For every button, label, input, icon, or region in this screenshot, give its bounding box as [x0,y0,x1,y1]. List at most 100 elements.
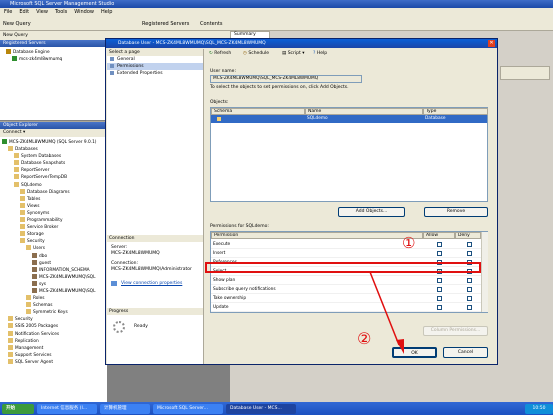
col-header-allow[interactable]: Allow [423,232,455,239]
allow-checkbox[interactable] [437,305,442,310]
tree-item[interactable]: Users [0,245,107,252]
menu-window[interactable]: Window [74,8,94,17]
tree-item[interactable]: Storage [0,231,107,238]
tree-item[interactable]: ReportServerTempDB [0,174,107,181]
tree-item[interactable]: Database Snapshots [0,160,107,167]
script-button[interactable]: ▤ Script ▾ [282,49,304,58]
menu-tools[interactable]: Tools [55,8,67,17]
contents-button[interactable]: Contents [200,17,223,30]
tree-item-registered-server[interactable]: mcs-zk4ml8wmumq [6,56,105,63]
menu-edit[interactable]: Edit [19,8,29,17]
tree-item[interactable]: MCS-ZK4ML8WMUMQ\SQL [0,287,107,295]
tree-item[interactable]: dbo [0,252,107,260]
connect-button[interactable]: Connect ▾ [0,129,107,137]
deny-checkbox[interactable] [467,305,472,310]
tree-item[interactable]: sys [0,280,107,288]
view-connection-properties-link[interactable]: View connection properties [121,281,182,286]
close-icon[interactable]: ✕ [488,40,495,47]
taskbar-item-computer-management[interactable]: 计算机管理 [100,403,150,414]
permission-row[interactable]: Show plan [211,276,481,285]
new-query-small-button[interactable]: New Query [0,33,28,38]
menu-help[interactable]: Help [101,8,112,17]
tree-item[interactable]: Tables [0,195,107,203]
tree-item[interactable]: Programmability [0,217,107,224]
tree-item[interactable]: Roles [0,295,107,302]
tree-item[interactable]: SSIS 2005 Packages [0,323,107,330]
col-header-schema[interactable]: Schema [211,108,305,115]
col-header-deny[interactable]: Deny [455,232,481,239]
refresh-button[interactable]: ↻ Refresh [209,49,231,58]
tree-item[interactable]: SQLdemo [0,181,107,189]
deny-checkbox[interactable] [467,251,472,256]
tree-item[interactable]: MCS-ZK4ML8WMUMQ\SQL [0,273,107,281]
allow-checkbox[interactable] [437,287,442,292]
allow-checkbox[interactable] [437,278,442,283]
permission-row[interactable]: Subscribe query notifications [211,285,481,294]
page-extended-properties[interactable]: Extended Properties [107,70,203,77]
allow-checkbox[interactable] [437,296,442,301]
permission-row[interactable]: Update [211,303,481,312]
help-button[interactable]: ? Help [313,49,327,58]
registered-servers-button[interactable]: Registered Servers [142,17,189,30]
tree-item[interactable]: INFORMATION_SCHEMA [0,266,107,274]
tree-item[interactable]: Notification Services [0,330,107,338]
tree-item-database-engine[interactable]: Database Engine [6,49,105,56]
tree-item[interactable]: Support Services [0,351,107,359]
start-button[interactable]: 开始 [2,403,34,414]
permissions-scrollbar[interactable] [481,232,488,312]
cancel-button[interactable]: Cancel [443,347,488,358]
object-row[interactable]: SQLdemo Database [211,115,487,123]
schedule-button[interactable]: ◷ Schedule [243,49,269,58]
tree-item[interactable]: Symmetric Keys [0,309,107,316]
tree-item[interactable]: Management [0,344,107,352]
tree-item[interactable]: ReportServer [0,167,107,174]
permission-row[interactable]: Insert [211,249,481,258]
menu-file[interactable]: File [4,8,12,17]
tree-item[interactable]: Service Broker [0,224,107,231]
taskbar-item-iis[interactable]: Internet 信息服务 (I... [37,403,97,414]
tree-item-label: Service Broker [27,225,59,231]
folder-icon [8,344,13,350]
tree-item[interactable]: guest [0,259,107,267]
arrow-to-ok [369,271,404,354]
menu-view[interactable]: View [36,8,48,17]
tree-item[interactable]: Synonyms [0,209,107,217]
help-icon: ? [313,51,316,56]
new-query-button[interactable]: New Query [3,17,31,30]
taskbar-item-ssms[interactable]: Microsoft SQL Server... [153,403,223,414]
deny-checkbox[interactable] [467,278,472,283]
page-general[interactable]: General [107,56,203,63]
col-header-type[interactable]: Type [423,108,488,115]
column-permissions-button[interactable]: Column Permissions... [423,326,488,336]
page-icon [110,71,114,75]
allow-checkbox[interactable] [437,251,442,256]
tree-item[interactable]: Security [0,316,107,323]
tree-item[interactable]: SQL Server Agent [0,358,107,366]
tree-item[interactable]: MCS-ZK4ML8WMUMQ (SQL Server 9.0.1) [0,139,107,146]
deny-checkbox[interactable] [467,242,472,247]
permission-row[interactable]: Execute [211,240,481,249]
tree-item[interactable]: Security [0,238,107,245]
tree-item[interactable]: Databases [0,146,107,153]
remove-button[interactable]: Remove [424,207,488,217]
tree-item-label: Security [15,317,33,323]
tree-item-label: Tables [27,196,41,202]
tree-item-label: Replication [15,338,39,344]
progress-spinner-icon [113,321,125,333]
add-objects-button[interactable]: Add Objects... [338,207,405,217]
col-header-permission[interactable]: Permission [211,232,423,239]
deny-checkbox[interactable] [467,287,472,292]
permission-row[interactable]: Take ownership [211,294,481,303]
tree-item[interactable]: Schemas [0,302,107,309]
tree-item[interactable]: Replication [0,337,107,345]
deny-checkbox[interactable] [467,296,472,301]
tree-item-label: SQL Server Agent [15,359,54,365]
folder-icon [8,337,13,343]
tree-item[interactable]: Views [0,202,107,210]
page-permissions[interactable]: Permissions [107,63,203,70]
allow-checkbox[interactable] [437,242,442,247]
tree-item[interactable]: Database Diagrams [0,188,107,196]
tree-item[interactable]: System Databases [0,153,107,160]
taskbar-item-database-user[interactable]: Database User - MCS... [226,403,296,414]
col-header-name[interactable]: Name [305,108,423,115]
